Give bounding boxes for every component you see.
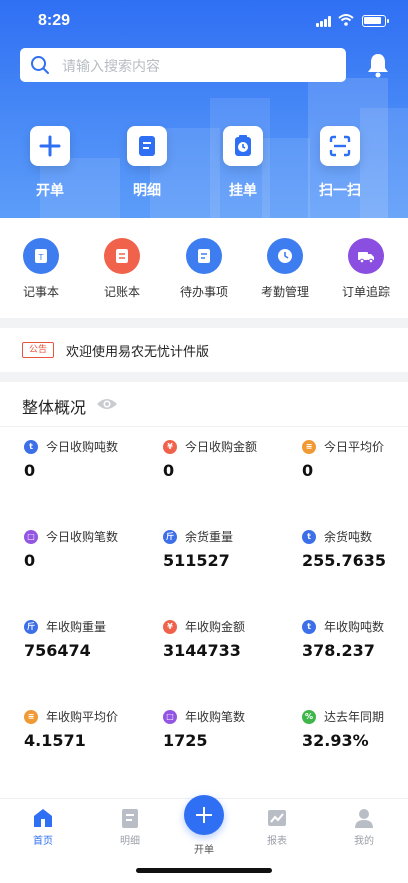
tool-attendance[interactable]: 考勤管理 bbox=[245, 238, 325, 300]
eye-icon[interactable] bbox=[96, 396, 118, 412]
stat-label: 年收购重量 bbox=[46, 620, 107, 634]
clipboard-clock-icon bbox=[223, 126, 263, 166]
stat-label: 今日收购金额 bbox=[185, 440, 258, 454]
stat-label: 今日平均价 bbox=[324, 440, 385, 454]
tab-label: 我的 bbox=[354, 836, 374, 847]
quick-action-new-order[interactable]: 开单 bbox=[10, 126, 90, 200]
signal-icon bbox=[316, 16, 332, 27]
search-bar[interactable]: 请输入搜索内容 bbox=[20, 48, 346, 82]
stat-value: 0 bbox=[24, 461, 36, 480]
plus-icon bbox=[30, 126, 70, 166]
tool-label: 待办事项 bbox=[179, 285, 228, 299]
coins-icon: ≡ bbox=[302, 440, 316, 454]
tool-notepad[interactable]: T 记事本 bbox=[1, 238, 81, 300]
document-icon bbox=[127, 126, 167, 166]
tab-home[interactable]: 首页 bbox=[13, 807, 73, 847]
tab-label: 开单 bbox=[194, 845, 214, 856]
home-indicator bbox=[136, 868, 272, 873]
svg-text:T: T bbox=[38, 253, 44, 262]
stat-value: 378.237 bbox=[302, 641, 375, 660]
status-time: 8:29 bbox=[38, 12, 71, 29]
stat-label: 年收购吨数 bbox=[324, 620, 385, 634]
divider bbox=[0, 426, 408, 427]
stat-value: 4.1571 bbox=[24, 731, 86, 750]
announcement-tag: 公告 bbox=[22, 342, 54, 358]
user-icon bbox=[355, 809, 373, 828]
quick-action-label: 扫一扫 bbox=[319, 183, 361, 199]
new-order-fab[interactable] bbox=[184, 795, 224, 835]
quick-action-label: 挂单 bbox=[229, 183, 257, 199]
tab-label: 报表 bbox=[267, 836, 287, 847]
tab-label: 首页 bbox=[33, 836, 53, 847]
overview-panel: 整体概况 t 今日收购吨数 0 ¥ 今日收购金额 0 ≡ 今日平均价 0 □ 今… bbox=[0, 382, 408, 798]
stat-value: 32.93% bbox=[302, 731, 369, 750]
tool-label: 记账本 bbox=[103, 285, 140, 299]
yuan-icon: ¥ bbox=[163, 620, 177, 634]
tons-icon: t bbox=[302, 620, 316, 634]
stat-label: 今日收购笔数 bbox=[46, 530, 119, 544]
stat-label: 达去年同期 bbox=[324, 710, 385, 724]
stat-label: 年收购笔数 bbox=[185, 710, 246, 724]
wifi-icon bbox=[338, 14, 354, 26]
bell-icon[interactable] bbox=[366, 52, 390, 78]
stat-label: 余货吨数 bbox=[324, 530, 373, 544]
stat-value: 1725 bbox=[163, 731, 208, 750]
notepad-icon: T bbox=[23, 238, 59, 274]
search-icon bbox=[31, 56, 49, 74]
battery-icon bbox=[362, 15, 389, 27]
stat-label: 今日收购吨数 bbox=[46, 440, 119, 454]
tab-reports[interactable]: 报表 bbox=[247, 807, 307, 847]
tab-details[interactable]: 明细 bbox=[100, 807, 160, 847]
stat-value: 0 bbox=[24, 551, 36, 570]
tool-todo[interactable]: 待办事项 bbox=[164, 238, 244, 300]
jin-icon: 斤 bbox=[24, 620, 38, 634]
document-icon bbox=[122, 809, 138, 828]
scan-icon bbox=[320, 126, 360, 166]
tool-label: 订单追踪 bbox=[341, 285, 390, 299]
quick-action-details[interactable]: 明细 bbox=[107, 126, 187, 200]
tons-icon: t bbox=[24, 440, 38, 454]
clock-icon bbox=[267, 238, 303, 274]
yuan-icon: ¥ bbox=[163, 440, 177, 454]
stat-value: 3144733 bbox=[163, 641, 241, 660]
quick-action-label: 开单 bbox=[36, 183, 64, 199]
announcement-bar[interactable]: 公告 欢迎使用易农无忧计件版 bbox=[0, 328, 408, 372]
home-icon bbox=[34, 809, 52, 827]
quick-action-hold-order[interactable]: 挂单 bbox=[203, 126, 283, 200]
tool-order-tracking[interactable]: 订单追踪 bbox=[326, 238, 406, 300]
tab-profile[interactable]: 我的 bbox=[334, 807, 394, 847]
ledger-icon bbox=[104, 238, 140, 274]
stat-value: 511527 bbox=[163, 551, 230, 570]
clipboard-icon: □ bbox=[163, 710, 177, 724]
tab-label: 明细 bbox=[120, 836, 140, 847]
stat-label: 余货重量 bbox=[185, 530, 234, 544]
todo-icon bbox=[186, 238, 222, 274]
status-bar: 8:29 bbox=[0, 0, 408, 44]
stat-label: 年收购平均价 bbox=[46, 710, 119, 724]
search-input[interactable]: 请输入搜索内容 bbox=[62, 56, 160, 76]
truck-icon bbox=[348, 238, 384, 274]
jin-icon: 斤 bbox=[163, 530, 177, 544]
tool-label: 考勤管理 bbox=[260, 285, 309, 299]
stat-value: 756474 bbox=[24, 641, 91, 660]
stat-label: 年收购金额 bbox=[185, 620, 246, 634]
quick-action-scan[interactable]: 扫一扫 bbox=[300, 126, 380, 200]
clipboard-icon: □ bbox=[24, 530, 38, 544]
announcement-text: 欢迎使用易农无忧计件版 bbox=[66, 345, 210, 360]
overview-title: 整体概况 bbox=[22, 398, 87, 417]
tons-icon: t bbox=[302, 530, 316, 544]
coins-icon: ≡ bbox=[24, 710, 38, 724]
tool-ledger[interactable]: 记账本 bbox=[82, 238, 162, 300]
quick-action-label: 明细 bbox=[133, 183, 161, 199]
chart-icon bbox=[268, 810, 286, 826]
stat-value: 255.7635 bbox=[302, 551, 387, 570]
tools-grid: T 记事本 记账本 待办事项 考勤管理 订单追踪 bbox=[0, 218, 408, 318]
stat-value: 0 bbox=[163, 461, 175, 480]
stat-value: 0 bbox=[302, 461, 314, 480]
header-banner: 8:29 请输入搜索内容 开单 明细 挂单 扫一扫 bbox=[0, 0, 408, 218]
percent-icon: % bbox=[302, 710, 316, 724]
tool-label: 记事本 bbox=[22, 285, 59, 299]
